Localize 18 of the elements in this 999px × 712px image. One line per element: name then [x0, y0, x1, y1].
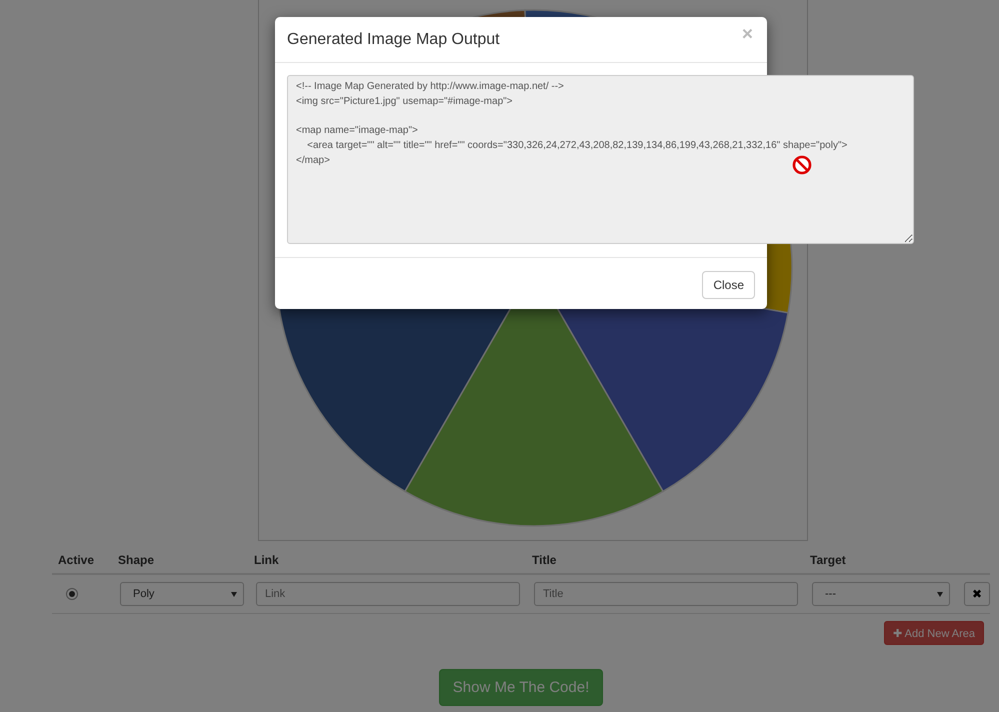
code-output-field[interactable]: <!-- Image Map Generated by http://www.image-map.net/ --> <img src="Picture1.jpg" usemap="#image-map"> <map name="image-map"> <area target="" alt="" title="" href="" coords="330,326,24,272,43,208,82,139,134,86,199,43,268,21,332,16" shape="poly"> </map> [287, 75, 914, 244]
shape-select[interactable]: Poly [120, 582, 244, 606]
link-input[interactable]: Link [256, 582, 520, 606]
close-button[interactable]: Close [702, 271, 755, 299]
add-new-area-button[interactable]: ✚ Add New Area [884, 621, 984, 645]
target-select[interactable]: --- [812, 582, 950, 606]
title-input[interactable]: Title [534, 582, 798, 606]
column-header: Target [809, 553, 847, 567]
column-header: Title [531, 553, 558, 567]
prohibited-icon [792, 155, 812, 175]
caret-icon [937, 592, 943, 596]
column-header: Shape [117, 553, 156, 567]
delete-button[interactable]: ✖ [964, 582, 990, 606]
modal-title: Generated Image Map Output [287, 30, 500, 48]
column-header: Active [57, 553, 96, 567]
active-radio[interactable] [66, 588, 78, 600]
caret-icon [231, 592, 237, 596]
column-header: Link [253, 553, 280, 567]
